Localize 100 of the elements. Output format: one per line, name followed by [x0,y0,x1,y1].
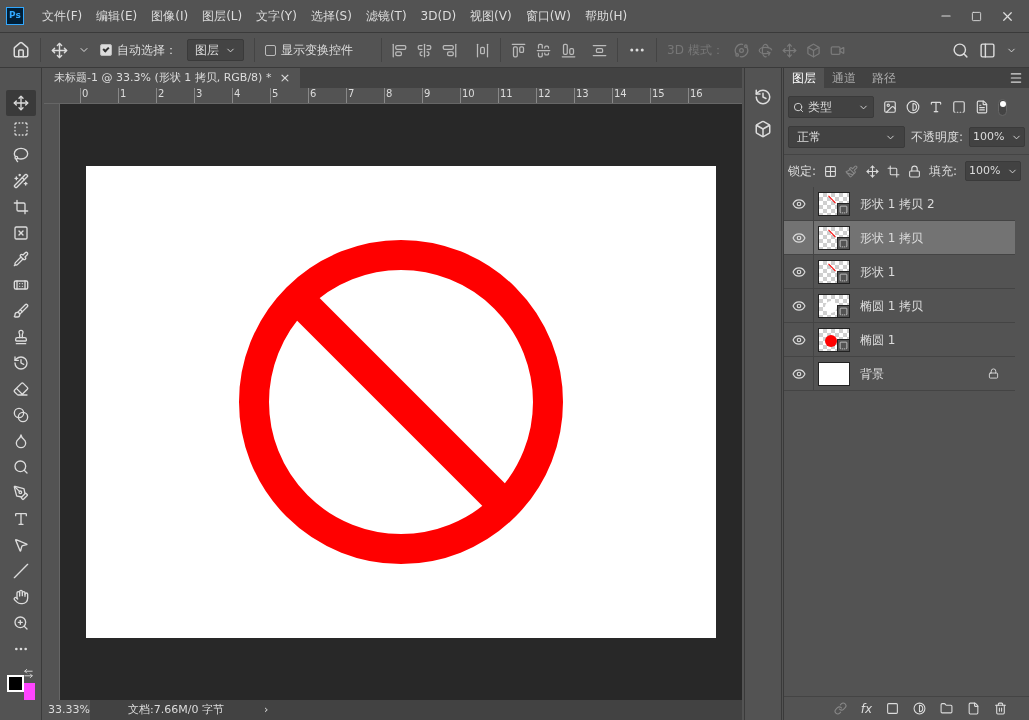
delete-icon[interactable] [994,702,1007,715]
swap-colors-icon[interactable] [22,668,34,679]
tool-icon [12,537,29,553]
layer-row[interactable]: 形状 1 拷贝 [784,221,1015,255]
adjustment-filter-icon[interactable] [906,100,920,114]
type-filter-icon[interactable] [929,100,943,114]
ruler-number: 3 [196,88,203,99]
checkbox-label: 自动选择： [117,42,177,59]
3d-panel-icon[interactable] [754,120,772,138]
menu-item[interactable]: 文字(Y) [250,7,303,25]
checkbox-label: 显示变换控件 [281,42,353,59]
status-arrow[interactable]: › [263,701,269,719]
folder-icon[interactable] [940,702,953,715]
ruler-number: 5 [272,88,279,99]
visibility-eye-icon[interactable] [791,264,806,279]
layer-row[interactable]: 椭圆 1 [784,323,1015,357]
fill-label: 填充: [929,163,958,180]
shape-filter-icon[interactable] [952,100,966,114]
ruler-number: 16 [690,88,703,99]
align-center-icon[interactable] [417,42,432,58]
layer-name: 形状 1 [860,263,897,281]
tool-icon [12,563,29,579]
tool-icon [12,277,29,293]
checkbox[interactable] [265,44,276,56]
layer-row[interactable]: 形状 1 [784,255,1015,289]
menu-item[interactable]: 3D(D) [414,7,463,25]
align-bottom-icon[interactable] [561,42,576,58]
background-color-swatch[interactable] [23,683,35,700]
align-left-icon[interactable] [392,42,407,58]
tool-button[interactable] [5,90,36,116]
ruler-number: 6 [310,88,317,99]
layer-row[interactable]: 椭圆 1 拷贝 [784,289,1015,323]
menu-item[interactable]: 帮助(H) [578,7,634,25]
filter-dropdown[interactable]: 类型 [788,96,874,118]
ruler-number: 4 [234,88,241,99]
panel-tab[interactable]: 通道 [824,68,864,88]
fill-field[interactable]: 100% [965,161,1022,181]
tool-icon [12,173,29,189]
layer-row[interactable]: 形状 1 拷贝 2 [784,187,1015,221]
ruler-number: 13 [576,88,589,99]
distribute-icon[interactable] [592,42,607,58]
visibility-eye-icon[interactable] [791,332,806,347]
tool-icon [12,329,29,345]
align-top-icon[interactable] [511,42,526,58]
ruler-number: 12 [538,88,551,99]
lock-all-icon[interactable] [908,164,922,178]
visibility-eye-icon[interactable] [791,298,806,313]
lock-position-icon[interactable] [866,164,880,178]
workspace-icon[interactable] [979,41,996,59]
tool-icon [12,615,29,631]
layer-name: 椭圆 1 拷贝 [860,297,925,315]
blend-mode-dropdown[interactable]: 正常 [788,126,905,148]
mask-icon[interactable] [886,702,899,715]
tab-close[interactable]: × [279,68,291,88]
home-icon[interactable] [12,41,30,59]
layer-row[interactable]: 背景 [784,357,1015,391]
align-right-icon[interactable] [442,42,457,58]
tool-icon [12,485,29,501]
zoom-level[interactable]: 33.33% [44,700,90,720]
menu-item[interactable]: 文件(F) [36,7,89,25]
checkbox[interactable] [100,44,112,56]
menu-item[interactable]: 视图(V) [464,7,518,25]
panel-tab[interactable]: 图层 [784,68,824,88]
history-icon[interactable] [754,88,772,106]
panel-tab[interactable]: 路径 [864,68,904,88]
menu-item[interactable]: 滤镜(T) [359,7,413,25]
ruler-number: 8 [386,88,393,99]
tool-icon [12,459,29,475]
menu-item[interactable]: 图层(L) [196,7,249,25]
tool-icon [12,303,29,319]
target-dropdown[interactable]: 图层 [187,39,244,61]
menu-item[interactable]: 编辑(E) [90,7,144,25]
filter-toggle[interactable] [998,98,1007,116]
foreground-color-swatch[interactable] [6,675,24,692]
distribute-icon[interactable] [475,42,490,58]
lock-pixels-icon[interactable] [824,164,838,178]
lock-label: 锁定: [788,163,817,180]
panel-menu-icon[interactable] [1009,71,1023,85]
new-layer-icon[interactable] [967,702,980,715]
opacity-field[interactable]: 100% [969,127,1025,147]
align-middle-icon[interactable] [536,42,551,58]
ruler-number: 1 [120,88,127,99]
document-tab[interactable]: 未标题-1 @ 33.3% (形状 1 拷贝, RGB/8) * × [44,68,301,88]
tool-icon [12,589,29,605]
tool-icon [12,225,29,241]
visibility-eye-icon[interactable] [791,196,806,211]
visibility-eye-icon[interactable] [791,230,806,245]
smart-object-filter-icon[interactable] [975,100,989,114]
menu-item[interactable]: 选择(S) [304,7,358,25]
ruler-number: 11 [500,88,513,99]
maximize-icon[interactable] [971,10,982,22]
adjustment-icon[interactable] [913,702,926,715]
move-tool-icon[interactable] [51,41,68,59]
pixel-filter-icon[interactable] [883,100,897,114]
search-icon[interactable] [952,41,969,59]
visibility-eye-icon[interactable] [791,366,806,381]
menu-item[interactable]: 图像(I) [145,7,195,25]
tool-icon [12,407,29,423]
menu-item[interactable]: 窗口(W) [519,7,577,25]
fx-icon[interactable]: fx [860,699,872,718]
